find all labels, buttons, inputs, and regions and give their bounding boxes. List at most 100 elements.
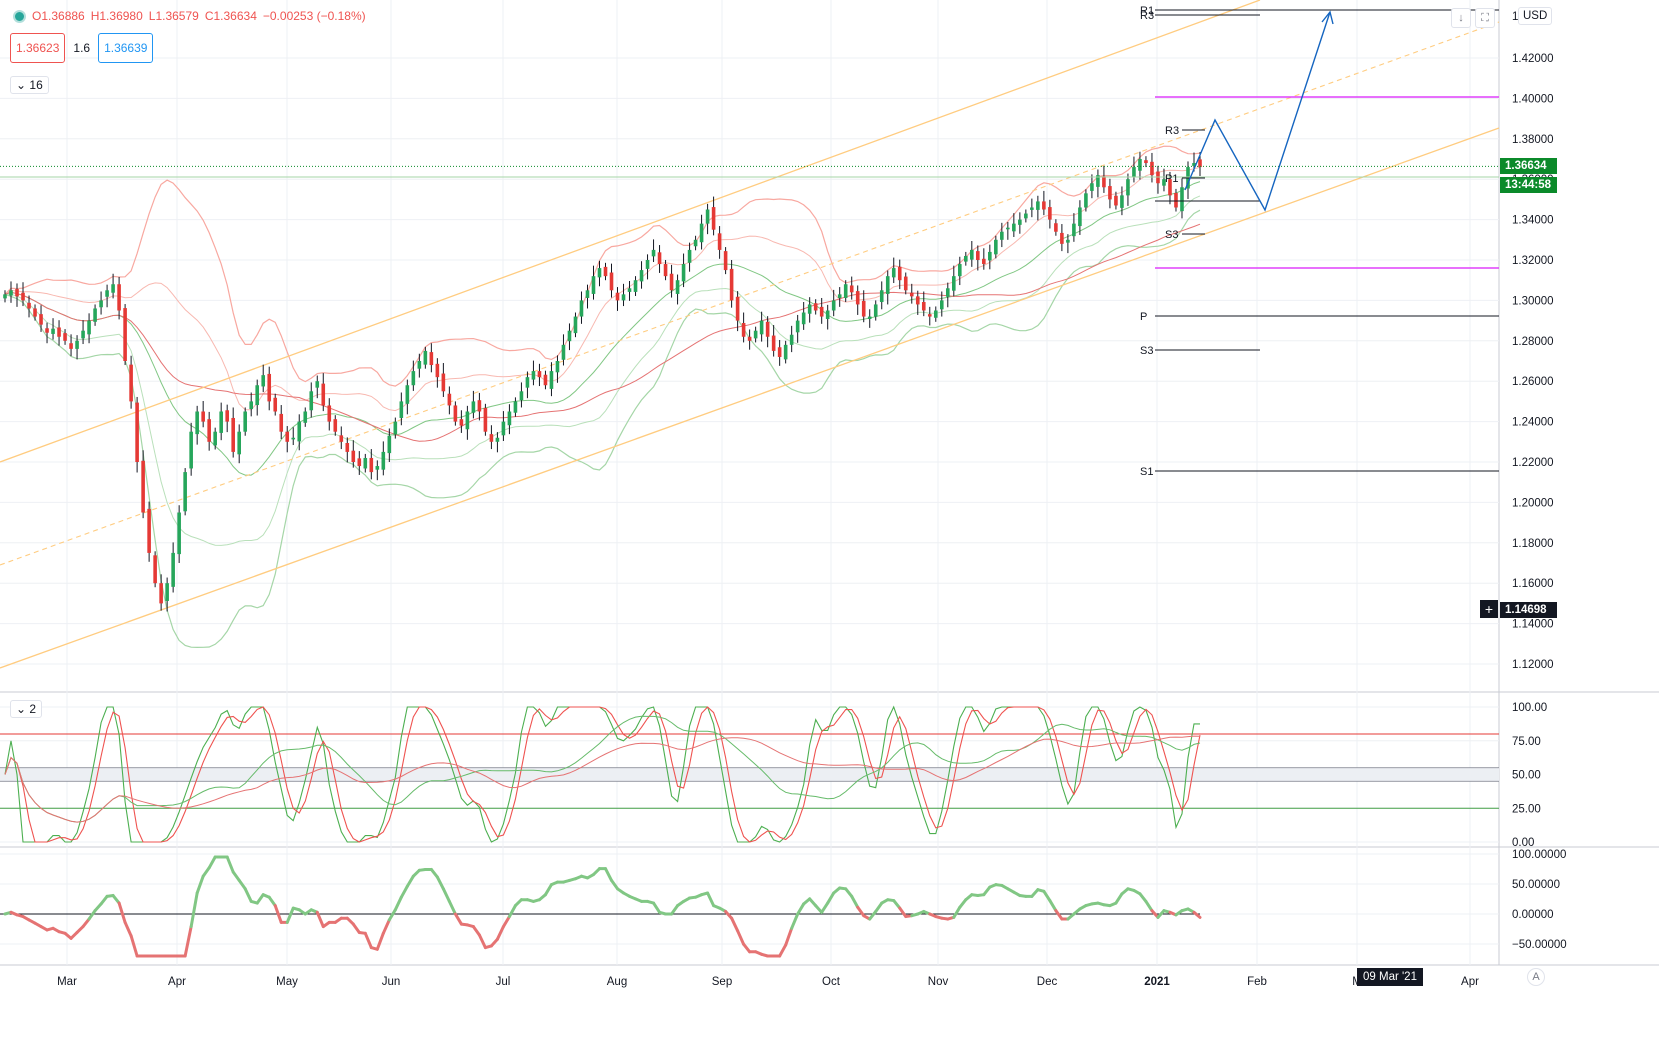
candle-body [87,320,91,335]
auto-scale-button[interactable]: A [1527,968,1545,986]
candle-body [57,327,61,337]
candle-body [579,300,584,317]
candle-body [1024,213,1028,219]
candle-body [75,340,79,349]
candle-body [363,457,368,469]
candle-body [1006,227,1010,230]
candle-body [207,419,211,442]
candle-body [417,361,422,369]
mom-axis-label: 50.00000 [1512,879,1560,891]
candle-body [483,407,488,432]
buy-price-button[interactable]: 1.36639 [98,33,154,63]
chart-canvas[interactable]: MarAprMayJunJulAugSepOctNovDec2021FebMAp… [0,0,1659,1049]
pivot-label: R3 [1165,125,1179,137]
candle-body [957,264,962,277]
time-axis-label: Feb [1247,976,1267,988]
osc-collapse-button[interactable]: ⌄ 2 [10,700,43,718]
arrow-down-icon[interactable]: ↓ [1451,8,1471,28]
spread-value: 1.6 [73,41,91,55]
candle-body [1114,195,1118,206]
candle-body [1030,207,1034,210]
last-price-badge: 1.36634 [1500,158,1557,174]
indicator-count: 16 [29,78,43,92]
candle-body [99,300,103,308]
crosshair-date-badge: 09 Mar '21 [1357,968,1423,986]
candle-body [939,300,944,310]
candle-body [675,280,680,294]
candle-body [1108,186,1112,200]
candle-body [219,411,223,433]
candle-body [3,294,7,299]
candle-body [849,285,854,293]
candle-body [765,321,770,337]
candle-body [1126,179,1130,196]
candle-body [477,400,482,412]
candle-body [261,375,266,387]
candle-body [933,310,938,318]
pane-controls: ↓ ⛶ [1451,8,1495,28]
candle-body [747,336,752,341]
candle-body [189,431,193,469]
time-axis-label: May [276,976,298,988]
price-axis-label: 1.30000 [1512,295,1554,307]
ohlc-low: L1.36579 [148,9,199,23]
candle-body [813,303,818,311]
sell-price-button[interactable]: 1.36623 [10,33,66,63]
ohlc-open: O1.36886 [32,9,85,23]
candle-body [1138,159,1142,171]
candle-body [927,314,932,317]
candle-body [693,239,698,247]
candle-body [573,316,578,334]
candle-body [970,249,974,260]
price-axis-label: 1.32000 [1512,255,1554,267]
candle-body [381,451,386,470]
mid-zone-band [0,767,1499,782]
candle-body [129,364,133,402]
candle-body [315,381,320,388]
candle-body [1072,223,1076,237]
time-axis-label: Jul [496,976,511,988]
time-axis-label: Nov [928,976,949,988]
candle-body [603,266,608,277]
candle-body [909,292,914,297]
currency-label[interactable]: USD [1518,7,1553,25]
candle-body [639,270,644,282]
price-axis-label: 1.12000 [1512,659,1554,671]
pivot-label: R3 [1140,10,1154,22]
candle-body [387,435,392,454]
candle-body [891,268,896,278]
osc-axis-label: 0.00 [1512,837,1534,849]
candle-body [297,421,302,442]
candle-body [543,374,548,386]
time-axis-label: Mar [57,976,77,988]
candle-body [321,383,326,406]
price-axis-label: 1.20000 [1512,497,1554,509]
candle-body [759,320,764,335]
ohlc-high: H1.36980 [90,9,143,23]
candle-body [171,552,175,587]
price-axis-label: 1.26000 [1512,376,1554,388]
candle-body [177,512,181,555]
candle-body [459,419,464,426]
price-axis-label: 1.38000 [1512,134,1554,146]
candle-body [951,276,956,291]
price-axis-label: 1.16000 [1512,578,1554,590]
candle-body [441,373,446,392]
candle-body [105,290,109,297]
maximize-icon[interactable]: ⛶ [1475,8,1495,28]
indicators-collapse-button[interactable]: ⌄ 16 [10,76,49,94]
candle-body [982,258,986,265]
candle-body [915,296,920,305]
time-axis-label: Dec [1037,976,1058,988]
price-axis-label: 1.18000 [1512,538,1554,550]
candle-body [399,401,404,418]
candle-body [1048,207,1052,220]
time-axis-label: Aug [607,976,627,988]
crosshair-price-badge: 1.14698 [1500,602,1557,618]
candle-body [375,466,380,470]
candle-body [69,343,73,349]
add-alert-icon[interactable]: + [1480,600,1498,618]
candle-body [111,284,115,293]
candle-body [9,290,13,296]
candle-body [201,411,205,422]
